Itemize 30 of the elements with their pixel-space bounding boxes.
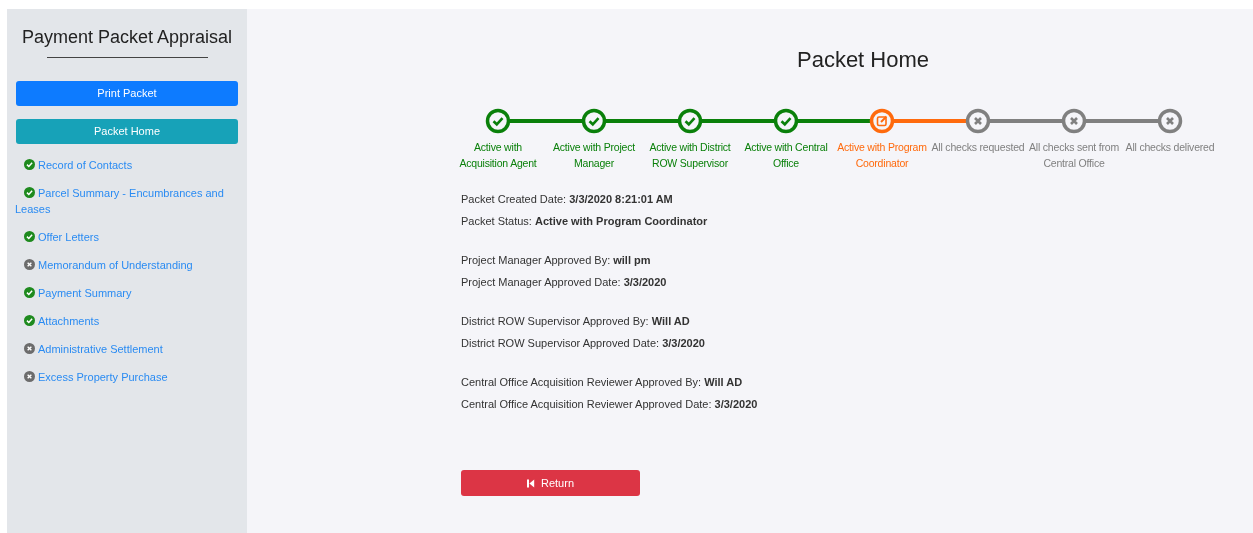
return-button[interactable]: Return — [461, 470, 640, 496]
detail-text: Project Manager Approved Date: 3/3/2020 — [461, 275, 668, 290]
sidebar-link[interactable]: Offer Letters — [15, 229, 239, 245]
sidebar-title: Payment Packet Appraisal — [20, 26, 234, 49]
sidebar-link[interactable]: Attachments — [15, 313, 239, 329]
step-label: All checks sent from Central Office — [1028, 140, 1120, 171]
detail-text: Project Manager Approved By: will pm — [461, 253, 652, 268]
step-label: Active with Acquisition Agent — [458, 140, 538, 171]
home-button[interactable]: Packet Home — [16, 119, 238, 144]
step-label: Active with Project Manager — [552, 140, 636, 171]
detail-text: District ROW Supervisor Approved Date: 3/3/2020 — [461, 336, 706, 351]
detail-text: Central Office Acquisition Reviewer Approved By: Will AD — [461, 375, 744, 390]
step-label: Active with Program Coordinator — [836, 140, 928, 171]
sidebar-link[interactable]: Parcel Summary - Encumbrances and Leases — [15, 185, 239, 217]
step-label: All checks requested — [930, 140, 1026, 155]
print-button[interactable]: Print Packet — [16, 81, 238, 106]
sidebar-link[interactable]: Memorandum of Understanding — [15, 257, 239, 273]
sidebar-link[interactable]: Excess Property Purchase — [15, 369, 239, 385]
sidebar-link[interactable]: Record of Contacts — [15, 157, 239, 173]
detail-text: Central Office Acquisition Reviewer Approved Date: 3/3/2020 — [461, 397, 759, 412]
detail-text: District ROW Supervisor Approved By: Will AD — [461, 314, 691, 329]
page-title: Packet Home — [795, 46, 931, 74]
detail-text: Packet Status: Active with Program Coordinator — [461, 214, 709, 229]
step-label: Active with Central Office — [743, 140, 829, 171]
sidebar-link[interactable]: Administrative Settlement — [15, 341, 239, 357]
detail-text: Packet Created Date: 3/3/2020 8:21:01 AM — [461, 192, 674, 207]
step-label: Active with District ROW Supervisor — [648, 140, 732, 171]
sidebar-link[interactable]: Payment Summary — [15, 285, 239, 301]
step-label: All checks delivered — [1124, 140, 1216, 155]
skip-back-icon — [527, 478, 535, 488]
